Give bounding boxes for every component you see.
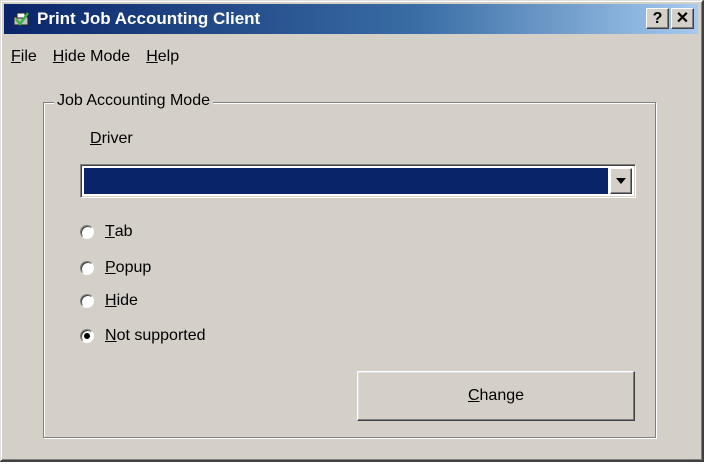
menu-help[interactable]: Help (146, 48, 179, 72)
close-icon: ✕ (675, 10, 690, 27)
help-button[interactable]: ? (646, 8, 669, 29)
change-button-mnemonic: C (467, 387, 480, 404)
radio-popup-label: opup (115, 259, 152, 276)
change-button[interactable]: Change (357, 371, 635, 421)
driver-label-mnemonic: D (90, 130, 102, 147)
menu-hide-mode[interactable]: Hide Mode (53, 48, 130, 72)
menu-file-label: ile (20, 48, 37, 65)
radio-hide-label: ide (116, 292, 138, 309)
driver-label-text: river (101, 130, 133, 147)
window-title: Print Job Accounting Client (37, 9, 261, 28)
driver-selected-value (84, 168, 608, 194)
menu-help-label: elp (157, 48, 180, 65)
title-bar[interactable]: Print Job Accounting Client ? ✕ (4, 4, 698, 34)
menu-help-mnemonic: H (146, 48, 158, 65)
dropdown-button[interactable] (610, 168, 632, 194)
driver-label: Driver (90, 130, 133, 148)
title-buttons: ? ✕ (646, 8, 694, 29)
menu-file[interactable]: File (11, 48, 37, 72)
change-button-label: hange (479, 387, 525, 404)
chevron-down-icon (616, 178, 626, 184)
radio-not-supported-circle[interactable] (80, 329, 94, 343)
radio-tab-mnemonic: T (105, 223, 115, 240)
driver-dropdown[interactable] (80, 164, 636, 198)
radio-tab-circle[interactable] (80, 225, 94, 239)
radio-not-supported-mnemonic: N (105, 327, 117, 344)
menu-file-mnemonic: F (11, 48, 21, 65)
radio-hide-circle[interactable] (80, 294, 94, 308)
radio-hide-mnemonic: H (105, 292, 117, 309)
radio-not-supported-label: ot supported (116, 327, 206, 344)
menu-hide-mode-label: ide Mode (64, 48, 131, 65)
radio-tab-label: ab (114, 223, 133, 240)
radio-popup[interactable]: Popup (80, 257, 151, 279)
radio-popup-mnemonic: P (105, 259, 116, 276)
radio-hide[interactable]: Hide (80, 290, 138, 312)
radio-not-supported[interactable]: Not supported (80, 325, 206, 347)
close-button[interactable]: ✕ (671, 8, 694, 29)
radio-tab[interactable]: Tab (80, 221, 133, 243)
menu-hide-mode-mnemonic: H (52, 48, 65, 65)
menu-bar: File Hide Mode Help (11, 48, 195, 72)
printer-check-icon (11, 9, 31, 29)
group-label: Job Accounting Mode (54, 92, 213, 110)
radio-popup-circle[interactable] (80, 261, 94, 275)
